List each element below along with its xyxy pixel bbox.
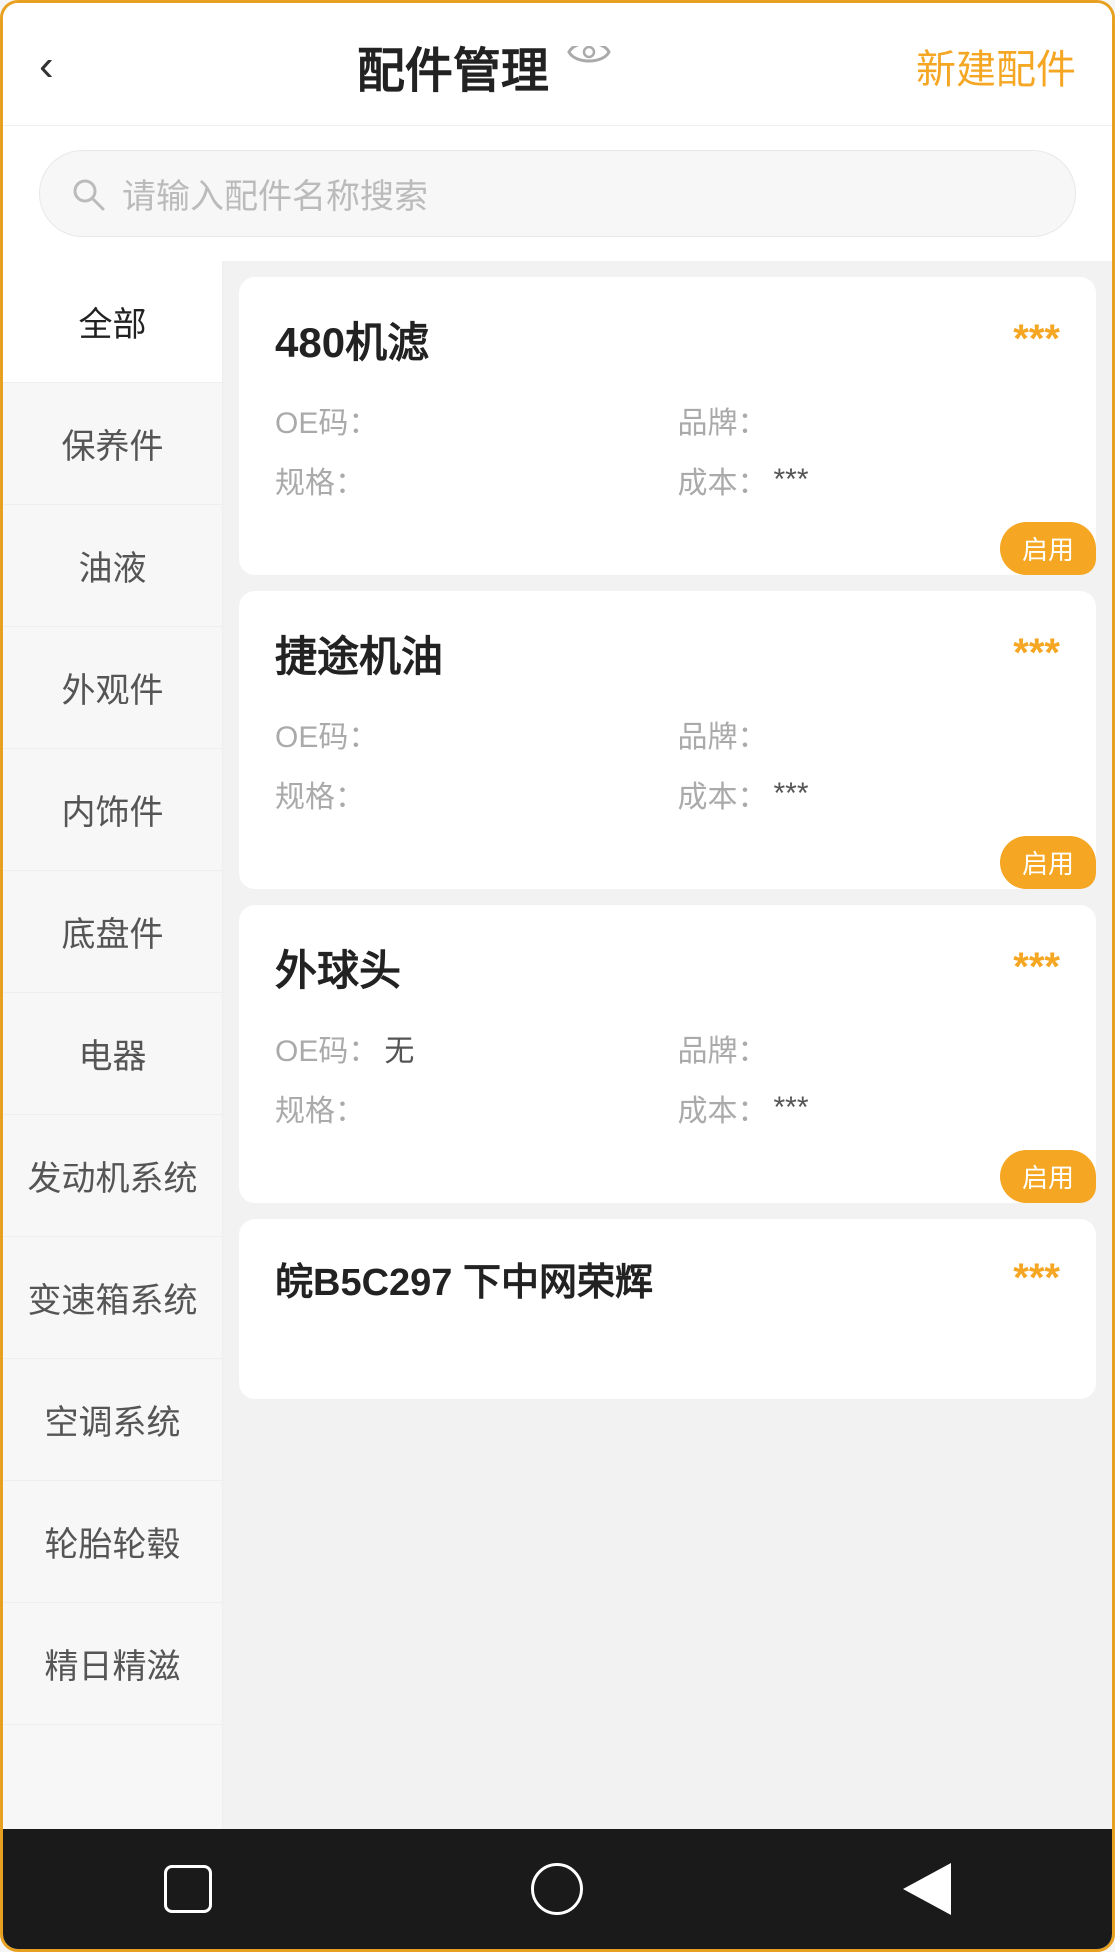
part-oe-3: OE码： 无: [275, 1026, 658, 1070]
sidebar-item-exterior[interactable]: 外观件: [3, 627, 222, 749]
sidebar-item-maintenance[interactable]: 保养件: [3, 383, 222, 505]
parts-list: 480机滤 *** OE码： 品牌： 规格：: [223, 261, 1112, 1829]
content-area: 全部 保养件 油液 外观件 内饰件 底盘件 电器 发动机系统: [3, 261, 1112, 1829]
part-title-row-4: 皖B5C297 下中网荣辉 ***: [275, 1251, 1060, 1306]
bottom-nav: [3, 1829, 1112, 1949]
phone-frame: ‹ 配件管理 新建配件 请输入配件名称搜索: [0, 0, 1115, 1952]
part-details-1: OE码： 品牌： 规格： 成本： ***: [275, 398, 1060, 502]
part-details-2: OE码： 品牌： 规格： 成本： ***: [275, 712, 1060, 816]
part-cost-2: 成本： ***: [678, 772, 1061, 816]
part-cost-3: 成本： ***: [678, 1086, 1061, 1130]
sidebar-item-interior[interactable]: 内饰件: [3, 749, 222, 871]
nav-recent-button[interactable]: [156, 1857, 220, 1921]
enable-badge-1[interactable]: 启用: [1000, 522, 1096, 575]
part-name-2: 捷途机油: [275, 623, 443, 684]
part-details-3: OE码： 无 品牌： 规格： 成本： ***: [275, 1026, 1060, 1130]
page-title: 配件管理: [357, 31, 549, 101]
part-oe-1: OE码：: [275, 398, 658, 442]
part-card-1[interactable]: 480机滤 *** OE码： 品牌： 规格：: [239, 277, 1096, 575]
sidebar-item-all[interactable]: 全部: [3, 261, 222, 383]
sidebar-item-ac[interactable]: 空调系统: [3, 1359, 222, 1481]
part-spec-2: 规格：: [275, 772, 658, 816]
sidebar-item-electric[interactable]: 电器: [3, 993, 222, 1115]
part-title-row-2: 捷途机油 ***: [275, 623, 1060, 684]
part-card-4[interactable]: 皖B5C297 下中网荣辉 ***: [239, 1219, 1096, 1399]
sidebar-item-chassis[interactable]: 底盘件: [3, 871, 222, 993]
circle-icon: [531, 1863, 583, 1915]
part-spec-3: 规格：: [275, 1086, 658, 1130]
eye-icon[interactable]: [565, 45, 613, 87]
header: ‹ 配件管理 新建配件: [3, 3, 1112, 126]
part-card-2[interactable]: 捷途机油 *** OE码： 品牌： 规格：: [239, 591, 1096, 889]
enable-badge-3[interactable]: 启用: [1000, 1150, 1096, 1203]
part-brand-3: 品牌：: [678, 1026, 1061, 1070]
part-spec-1: 规格：: [275, 458, 658, 502]
sidebar-item-tires[interactable]: 轮胎轮毂: [3, 1481, 222, 1603]
part-brand-1: 品牌：: [678, 398, 1061, 442]
sidebar-item-jingri[interactable]: 精日精滋: [3, 1603, 222, 1725]
part-oe-2: OE码：: [275, 712, 658, 756]
sidebar-item-oil[interactable]: 油液: [3, 505, 222, 627]
search-input[interactable]: 请输入配件名称搜索: [122, 169, 428, 218]
sidebar-item-transmission[interactable]: 变速箱系统: [3, 1237, 222, 1359]
search-bar: 请输入配件名称搜索: [3, 126, 1112, 261]
new-part-button[interactable]: 新建配件: [916, 37, 1076, 95]
nav-home-button[interactable]: [525, 1857, 589, 1921]
part-price-4: ***: [1013, 1256, 1060, 1301]
nav-back-button[interactable]: [895, 1857, 959, 1921]
part-price-3: ***: [1013, 945, 1060, 990]
header-center: 配件管理: [357, 31, 613, 101]
square-icon: [164, 1865, 212, 1913]
part-title-row-3: 外球头 ***: [275, 937, 1060, 998]
part-name-3: 外球头: [275, 937, 401, 998]
part-brand-2: 品牌：: [678, 712, 1061, 756]
part-footer-2: 启用: [275, 816, 1060, 889]
part-card-3[interactable]: 外球头 *** OE码： 无 品牌： 规格：: [239, 905, 1096, 1203]
sidebar: 全部 保养件 油液 外观件 内饰件 底盘件 电器 发动机系统: [3, 261, 223, 1829]
search-input-wrapper[interactable]: 请输入配件名称搜索: [39, 150, 1076, 237]
part-price-1: ***: [1013, 317, 1060, 362]
part-price-2: ***: [1013, 631, 1060, 676]
back-button[interactable]: ‹: [39, 44, 54, 88]
sidebar-item-engine[interactable]: 发动机系统: [3, 1115, 222, 1237]
triangle-icon: [903, 1863, 951, 1915]
part-footer-1: 启用: [275, 502, 1060, 575]
part-cost-1: 成本： ***: [678, 458, 1061, 502]
part-name-1: 480机滤: [275, 309, 429, 370]
part-name-4: 皖B5C297 下中网荣辉: [275, 1251, 653, 1306]
part-title-row-1: 480机滤 ***: [275, 309, 1060, 370]
part-footer-3: 启用: [275, 1130, 1060, 1203]
enable-badge-2[interactable]: 启用: [1000, 836, 1096, 889]
search-icon: [70, 176, 106, 212]
